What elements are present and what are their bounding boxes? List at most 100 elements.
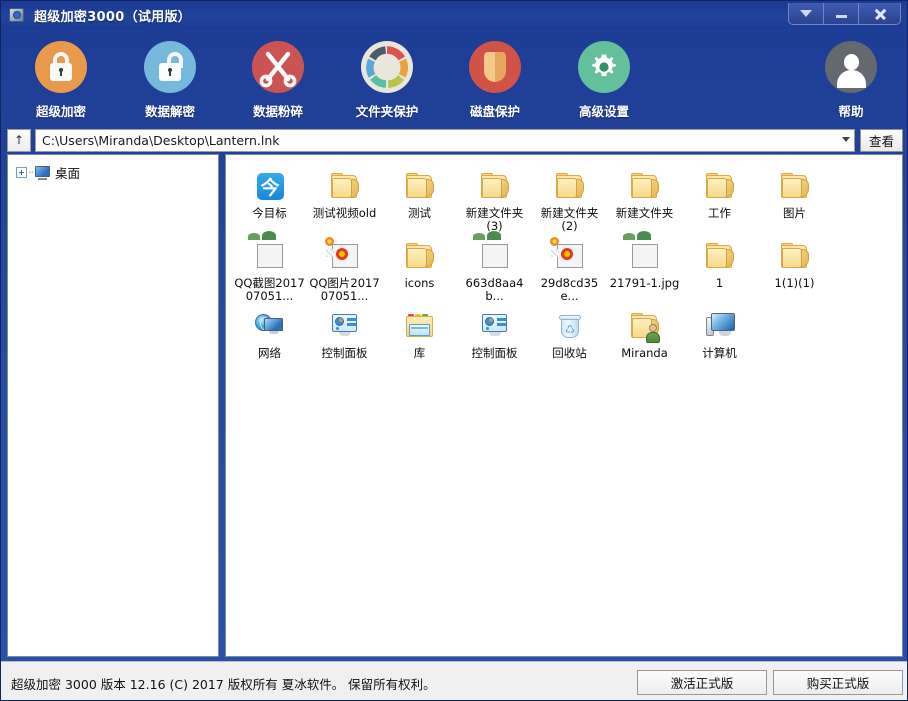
toolbar-item-disk-protect[interactable]: 磁盘保护 [447,41,543,120]
toolbar-item-encrypt[interactable]: 超级加密 [13,41,109,120]
toolbar-label-decrypt: 数据解密 [122,101,218,120]
toolbar-item-help[interactable]: 帮助 [803,41,899,120]
file-item-label: 663d8aa4b... [458,277,532,303]
file-grid: 今今目标测试视频old测试新建文件夹 (3)新建文件夹 (2)新建文件夹工作图片… [226,155,902,360]
file-item-label: 29d8cd35e... [533,277,607,303]
address-input[interactable]: C:\Users\Miranda\Desktop\Lantern.lnk [35,129,855,152]
file-item[interactable]: 控制面板 [307,303,382,360]
file-item[interactable]: icons [382,233,457,303]
file-item-label: Miranda [608,347,682,360]
file-list-panel[interactable]: 今今目标测试视频old测试新建文件夹 (3)新建文件夹 (2)新建文件夹工作图片… [225,154,903,657]
file-item[interactable]: 工作 [682,163,757,233]
file-item-label: 新建文件夹 [608,207,682,220]
toolbar-label-folder-protect: 文件夹保护 [339,101,435,120]
folder-icon [403,169,437,203]
status-bar: 超级加密 3000 版本 12.16 (C) 2017 版权所有 夏冰软件。 保… [1,661,908,701]
file-item-label: 1 [683,277,757,290]
minimize-to-tray-button[interactable] [789,3,824,24]
file-item[interactable]: 1 [682,233,757,303]
window-title: 超级加密3000（试用版） [34,6,191,25]
file-item[interactable]: 今今目标 [232,163,307,233]
file-item[interactable]: 29d8cd35e... [532,233,607,303]
expander-icon[interactable] [16,167,27,178]
buy-button[interactable]: 购买正式版 [773,670,903,695]
folder-icon [781,175,809,199]
toolbar-item-decrypt[interactable]: 数据解密 [122,41,218,120]
file-item-label: 控制面板 [308,347,382,360]
address-path-text: C:\Users\Miranda\Desktop\Lantern.lnk [36,133,280,148]
file-item[interactable]: 测试视频old [307,163,382,233]
file-item[interactable]: QQ图片201707051... [307,233,382,303]
file-item[interactable]: 21791-1.jpg [607,233,682,303]
tree-connector: ·· [28,166,33,179]
folder-icon [703,239,737,273]
folder-icon [478,169,512,203]
file-item[interactable]: 库 [382,303,457,360]
image-thumbnail-flower-icon [328,239,362,273]
image-thumbnail-flower-icon [553,239,587,273]
activate-button[interactable]: 激活正式版 [637,670,767,695]
image-thumbnail-icon [257,244,283,268]
minimize-icon [836,15,847,18]
folder-icon [328,169,362,203]
folder-icon [403,239,437,273]
toolbar-item-folder-protect[interactable]: 文件夹保护 [339,41,435,120]
image-thumbnail-icon [253,239,287,273]
file-item-label: 新建文件夹 (3) [458,207,532,233]
recycle-bin-icon: ♺ [553,309,587,343]
image-thumbnail-icon [482,244,508,268]
image-thumbnail-flower-icon [557,244,583,268]
file-item[interactable]: 控制面板 [457,303,532,360]
chevron-down-icon[interactable] [842,137,850,142]
lock-open-icon [144,41,196,93]
app-tile-icon: 今 [257,173,284,200]
file-item[interactable]: 1(1)(1) [757,233,832,303]
folder-icon [703,169,737,203]
desktop-monitor-icon [34,166,51,180]
file-item-label: 测试 [383,207,457,220]
file-item[interactable]: 663d8aa4b... [457,233,532,303]
folder-icon [628,169,662,203]
file-item-label: 库 [383,347,457,360]
address-bar-row: ↑ C:\Users\Miranda\Desktop\Lantern.lnk 查… [7,128,903,152]
tree-item-desktop[interactable]: ·· 桌面 [16,163,218,182]
file-item[interactable]: 新建文件夹 [607,163,682,233]
control-panel-icon [478,309,512,343]
color-ring-icon [361,41,413,93]
toolbar-item-advanced-settings[interactable]: 高级设置 [556,41,652,120]
file-item[interactable]: 新建文件夹 (2) [532,163,607,233]
file-item[interactable]: QQ截图201707051... [232,233,307,303]
view-button[interactable]: 查看 [860,129,903,152]
control-panel-icon [328,309,362,343]
image-thumbnail-flower-icon [332,244,358,268]
navigate-up-button[interactable]: ↑ [7,129,31,152]
libraries-icon [403,309,437,343]
shield-icon [469,41,521,93]
file-item[interactable]: 新建文件夹 (3) [457,163,532,233]
file-item-label: 网络 [233,347,307,360]
toolbar-item-shred[interactable]: 数据粉碎 [230,41,326,120]
main-toolbar: 超级加密 数据解密 数据粉碎 [1,29,908,126]
minimize-button[interactable] [824,3,859,24]
folder-tree-panel[interactable]: ·· 桌面 [7,154,219,657]
file-item[interactable]: ♺回收站 [532,303,607,360]
folder-icon [406,175,434,199]
file-item[interactable]: 网络 [232,303,307,360]
file-item[interactable]: 测试 [382,163,457,233]
computer-icon [703,309,737,343]
file-item-label: 图片 [758,207,832,220]
toolbar-label-shred: 数据粉碎 [230,101,326,120]
app-tile-icon: 今 [253,169,287,203]
file-item[interactable]: Miranda [607,303,682,360]
folder-icon [781,245,809,269]
file-item[interactable]: 计算机 [682,303,757,360]
control-panel-icon [332,314,358,336]
toolbar-label-help: 帮助 [803,101,899,120]
file-item[interactable]: 图片 [757,163,832,233]
scissors-icon [252,41,304,93]
folder-icon [481,175,509,199]
close-icon [874,8,886,20]
user-folder-icon [628,309,662,343]
close-button[interactable] [859,3,900,24]
folder-icon [556,175,584,199]
